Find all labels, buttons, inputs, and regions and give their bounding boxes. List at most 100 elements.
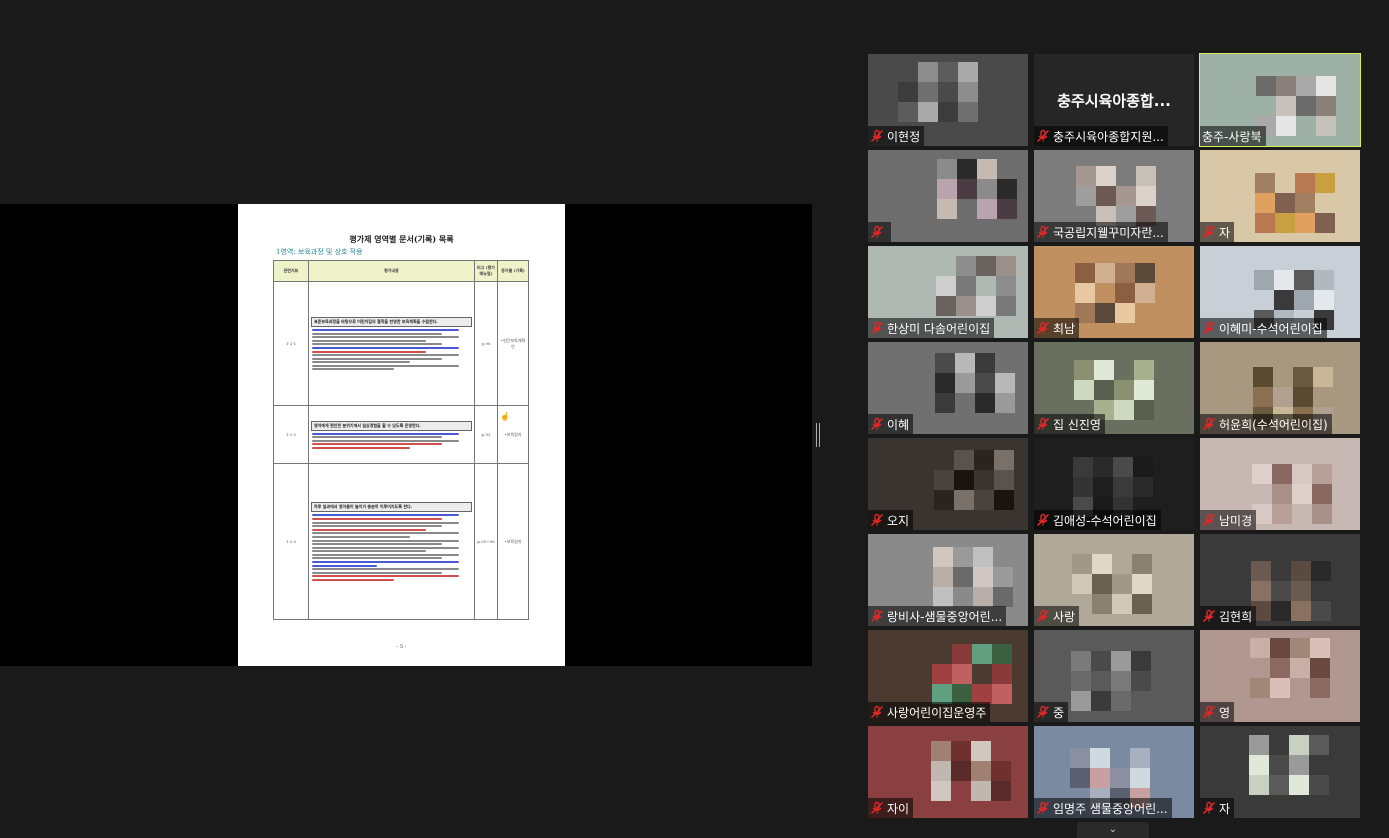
participant-name: 랑비사-샘물중앙어린... — [887, 609, 1003, 624]
participant-tile[interactable]: 임명주 샘물중앙어린... — [1034, 726, 1194, 818]
mic-muted-icon — [870, 417, 884, 431]
participant-tile[interactable]: 충주-사랑북 — [1199, 53, 1361, 147]
participant-tile[interactable]: 충주시육아종합... 충주시육아종합지원... — [1034, 54, 1194, 146]
mic-muted-icon — [1036, 609, 1050, 623]
participant-name: 자 — [1219, 225, 1231, 240]
participant-label: 오지 — [868, 510, 914, 530]
participant-label: 자 — [1200, 798, 1235, 818]
row-code: 1-2-1 — [273, 281, 309, 406]
participant-name: 오지 — [887, 513, 910, 528]
header-content: 평가내용 — [308, 260, 475, 282]
participant-tile[interactable]: 사랑어린이집운영주 — [868, 630, 1028, 722]
participant-tile[interactable]: 한상미 다솜어린이집 — [868, 246, 1028, 338]
participant-tile[interactable]: 집 신진영 — [1034, 342, 1194, 434]
blurred-face — [931, 741, 1011, 801]
mic-muted-icon — [1202, 225, 1216, 239]
document-subtitle: 1영역: 보육과정 및 상호 작용 — [276, 248, 363, 256]
participant-tile[interactable]: 자 — [1200, 726, 1360, 818]
mic-muted-icon — [1202, 705, 1216, 719]
participant-label: 이혜미-수석어린이집 — [1200, 318, 1327, 338]
participant-name: 최남 — [1053, 321, 1076, 336]
participant-tile[interactable] — [868, 150, 1028, 242]
mic-muted-icon — [1036, 129, 1050, 143]
participant-name: 사랑 — [1053, 609, 1076, 624]
mic-muted-icon — [1036, 513, 1050, 527]
participant-label: 허윤희(수석어린이집) — [1200, 414, 1332, 434]
participant-tile[interactable]: 자이 — [868, 726, 1028, 818]
mic-muted-icon — [1036, 321, 1050, 335]
blurred-face — [898, 62, 978, 122]
blurred-face — [1071, 651, 1151, 711]
header-evidence: 증거물 (기록) — [497, 260, 529, 282]
participant-name: 사랑어린이집운영주 — [887, 705, 987, 720]
participant-tile[interactable]: 이현정 — [868, 54, 1028, 146]
participant-tile[interactable]: 최남 — [1034, 246, 1194, 338]
mic-muted-icon — [1202, 417, 1216, 431]
participant-label: 이현정 — [868, 126, 925, 146]
participant-name: 충주-사랑북 — [1202, 129, 1262, 144]
blurred-face — [1250, 638, 1330, 698]
participant-tile[interactable]: 남미경 — [1200, 438, 1360, 530]
participant-tile[interactable]: 이혜 — [868, 342, 1028, 434]
participant-tile[interactable]: 자 — [1200, 150, 1360, 242]
document-title: 평가제 영역별 문서(기록) 목록 — [349, 234, 454, 244]
mic-muted-icon — [870, 129, 884, 143]
participant-tile[interactable]: 사랑 — [1034, 534, 1194, 626]
hand-cursor-icon: ☝ — [500, 412, 510, 421]
gallery-more-button[interactable]: ⌄ — [1077, 822, 1149, 838]
row-ref: p.95~96 — [474, 463, 498, 620]
resize-handle[interactable] — [816, 423, 820, 447]
mic-muted-icon — [1202, 609, 1216, 623]
participant-tile[interactable]: 국공립지웰꾸미자란... — [1034, 150, 1194, 242]
participant-name: 남미경 — [1219, 513, 1253, 528]
row-ref: p.90 — [474, 281, 498, 406]
mic-muted-icon — [870, 513, 884, 527]
participant-name: 이혜 — [887, 417, 910, 432]
blurred-face — [936, 256, 1016, 316]
participant-label: 임명주 샘물중앙어린... — [1034, 798, 1172, 818]
participant-label: 남미경 — [1200, 510, 1257, 530]
header-indicator: 관련지표 — [273, 260, 309, 282]
header-remark: 비고 (평가 매뉴얼) — [474, 260, 498, 282]
blurred-face — [1252, 464, 1332, 524]
participant-tile[interactable]: 허윤희(수석어린이집) — [1200, 342, 1360, 434]
blurred-face — [1075, 263, 1155, 323]
participant-label: 랑비사-샘물중앙어린... — [868, 606, 1007, 626]
blurred-face — [935, 353, 1015, 413]
participant-tile[interactable]: 이혜미-수석어린이집 — [1200, 246, 1360, 338]
participant-label: 최남 — [1034, 318, 1080, 338]
participant-name: 국공립지웰꾸미자란... — [1053, 225, 1164, 240]
participant-tile[interactable]: 영 — [1200, 630, 1360, 722]
mic-muted-icon — [1036, 801, 1050, 815]
participant-name: 영 — [1219, 705, 1231, 720]
participant-label: 한상미 다솜어린이집 — [868, 318, 995, 338]
row-ref: p.93 — [474, 405, 498, 464]
blurred-face — [1249, 735, 1329, 795]
row-doc: •보육일지 — [497, 463, 529, 620]
participant-tile[interactable]: 김애성-수석어린이집 — [1034, 438, 1194, 530]
participant-name: 자 — [1219, 801, 1231, 816]
participant-name: 임명주 샘물중앙어린... — [1053, 801, 1168, 816]
participant-label: 국공립지웰꾸미자란... — [1034, 222, 1168, 242]
row-box: 하루 일과에서 영아들이 놀이가 충분히 이루어지도록 한다. — [311, 502, 472, 513]
participant-label: 충주시육아종합지원... — [1034, 126, 1168, 146]
participant-label: 김현희 — [1200, 606, 1257, 626]
participant-tile[interactable]: 중 — [1034, 630, 1194, 722]
blurred-face — [1074, 360, 1154, 420]
participant-name: 허윤희(수석어린이집) — [1219, 417, 1328, 432]
participant-label: 자 — [1200, 222, 1235, 242]
participant-display-name: 충주시육아종합... — [1057, 92, 1171, 110]
participant-tile[interactable]: 김현희 — [1200, 534, 1360, 626]
participant-label: 자이 — [868, 798, 914, 818]
participant-label: 김애성-수석어린이집 — [1034, 510, 1161, 530]
participant-tile[interactable]: 오지 — [868, 438, 1028, 530]
mic-muted-icon — [1202, 513, 1216, 527]
participant-tile[interactable]: 랑비사-샘물중앙어린... — [868, 534, 1028, 626]
table-row: 1-2-3 하루 일과에서 영아들이 놀이가 충분히 이루어지도록 한다. p.… — [273, 463, 529, 620]
page-number: - 5 - — [396, 644, 407, 650]
row-code: 1-2-3 — [273, 463, 309, 620]
blurred-face — [1076, 166, 1156, 226]
participant-label: 영 — [1200, 702, 1235, 722]
participant-label: 집 신진영 — [1034, 414, 1105, 434]
blurred-face — [932, 644, 1012, 704]
